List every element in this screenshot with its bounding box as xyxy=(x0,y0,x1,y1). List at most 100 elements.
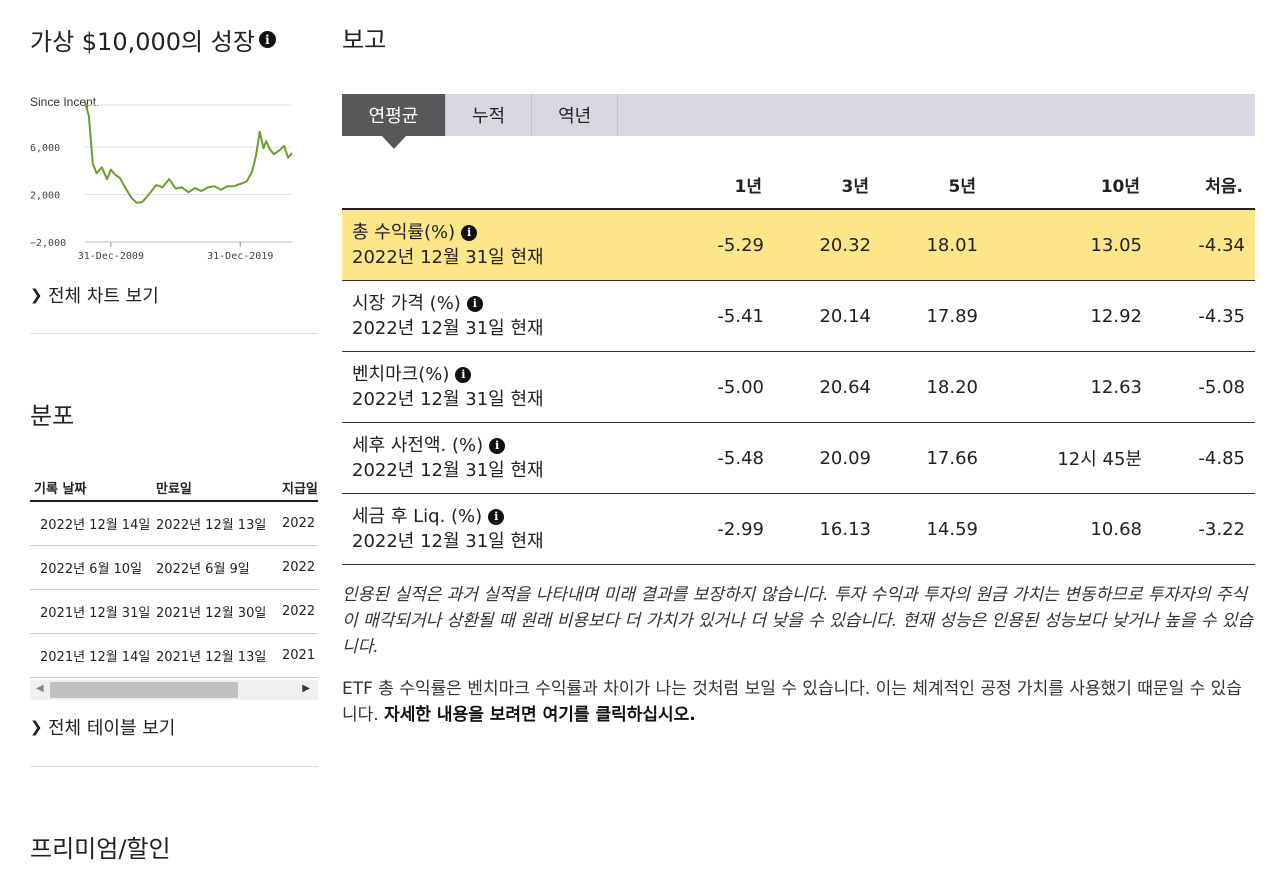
value-3y: 20.32 xyxy=(819,234,871,256)
header-1y: 1년 xyxy=(734,176,762,197)
distribution-header-row: 기록 날짜 만료일 지급일 xyxy=(30,474,318,502)
row-label: 총 수익률(%) i 2022년 12월 31일 현재 xyxy=(342,220,662,270)
value-inception: -4.35 xyxy=(1198,305,1245,327)
header-5y: 5년 xyxy=(948,176,976,197)
row-label: 시장 가격 (%) i 2022년 12월 31일 현재 xyxy=(342,291,662,341)
premium-discount-title: 프리미엄/할인 xyxy=(30,829,171,864)
tab-annualized[interactable]: 연평균 xyxy=(342,94,446,149)
performance-disclaimer: 인용된 실적은 과거 실적을 나타내며 미래 결과를 보장하지 않습니다. 투자… xyxy=(342,585,1254,657)
scroll-right-arrow-icon[interactable]: ▶ xyxy=(302,683,310,694)
as-of-date: 2022년 12월 31일 현재 xyxy=(352,389,544,410)
cell-ex-date: 2021년 12월 13일 xyxy=(156,650,267,665)
view-full-table-label: 전체 테이블 보기 xyxy=(48,718,176,739)
row-title: 총 수익률(%) xyxy=(352,222,456,243)
value-inception: -4.34 xyxy=(1198,234,1245,256)
as-of-date: 2022년 12월 31일 현재 xyxy=(352,318,544,339)
distribution-title-text: 분포 xyxy=(30,402,75,430)
info-icon[interactable]: i xyxy=(466,295,483,312)
performance-header-row: 1년 3년 5년 10년 처음. xyxy=(342,160,1255,210)
info-icon[interactable]: i xyxy=(455,366,472,383)
info-icon[interactable]: i xyxy=(489,437,506,454)
value-3y: 20.14 xyxy=(819,305,871,327)
value-1y: -2.99 xyxy=(717,518,764,540)
premium-title-text: 프리미엄/할인 xyxy=(30,835,171,863)
header-payable-date[interactable]: 지급일 xyxy=(282,478,318,497)
etf-details-link[interactable]: 자세한 내용을 보려면 여기를 클릭하십시오. xyxy=(384,705,696,725)
chart-range-label: Since Incept. xyxy=(30,95,99,109)
row-label: 벤치마크(%) i 2022년 12월 31일 현재 xyxy=(342,362,662,412)
table-row: 세금 후 Liq. (%) i 2022년 12월 31일 현재 -2.99 16… xyxy=(342,494,1255,565)
info-icon[interactable]: i xyxy=(258,31,276,48)
divider xyxy=(30,766,318,767)
value-3y: 20.09 xyxy=(819,447,871,469)
cell-payable-date: 2021 xyxy=(282,648,316,663)
row-title: 벤치마크(%) xyxy=(352,364,450,385)
scroll-left-arrow-icon[interactable]: ◀ xyxy=(36,683,44,694)
table-row: 2022년 12월 14일 2022년 12월 13일 2022 xyxy=(30,502,318,546)
row-title: 세금 후 Liq. (%) xyxy=(352,506,483,527)
value-1y: -5.00 xyxy=(717,376,764,398)
cell-ex-date: 2021년 12월 30일 xyxy=(156,606,267,621)
y-tick-label: 6,000 xyxy=(30,143,60,154)
value-10y: 10.68 xyxy=(1090,518,1142,540)
table-row: 총 수익률(%) i 2022년 12월 31일 현재 -5.29 20.32 1… xyxy=(342,210,1255,281)
view-full-table-link[interactable]: ❯ 전체 테이블 보기 xyxy=(30,714,175,740)
value-inception: -3.22 xyxy=(1198,518,1245,540)
value-10y: 12시 45분 xyxy=(1057,449,1142,470)
y-tick-label: 2,000 xyxy=(30,191,60,202)
x-tick-label: 31-Dec-2019 xyxy=(207,251,273,262)
performance-table: 1년 3년 5년 10년 처음. 총 수익률(%) i 2022년 12월 31일… xyxy=(342,160,1255,565)
row-label: 세금 후 Liq. (%) i 2022년 12월 31일 현재 xyxy=(342,504,662,554)
performance-tabs: 연평균 누적 역년 xyxy=(342,94,1255,149)
cell-record-date: 2022년 12월 14일 xyxy=(40,518,151,533)
cell-ex-date: 2022년 6월 9일 xyxy=(156,562,250,577)
value-10y: 12.63 xyxy=(1090,376,1142,398)
chevron-right-icon: ❯ xyxy=(30,286,43,304)
horizontal-scrollbar[interactable]: ◀ ▶ xyxy=(30,680,318,700)
view-full-chart-link[interactable]: ❯ 전체 차트 보기 xyxy=(30,282,159,308)
value-10y: 13.05 xyxy=(1090,234,1142,256)
table-row: 2022년 6월 10일 2022년 6월 9일 2022 xyxy=(30,546,318,590)
row-title: 세후 사전액. (%) xyxy=(352,435,484,456)
distribution-title: 분포 xyxy=(30,396,74,431)
chevron-right-icon: ❯ xyxy=(30,718,43,736)
value-3y: 16.13 xyxy=(819,518,871,540)
performance-title-text: 보고 xyxy=(342,26,387,54)
value-5y: 17.89 xyxy=(926,305,978,327)
cell-record-date: 2021년 12월 31일 xyxy=(40,606,151,621)
value-1y: -5.29 xyxy=(717,234,764,256)
as-of-date: 2022년 12월 31일 현재 xyxy=(352,247,544,268)
as-of-date: 2022년 12월 31일 현재 xyxy=(352,460,544,481)
value-5y: 18.01 xyxy=(926,234,978,256)
value-1y: -5.48 xyxy=(717,447,764,469)
scrollbar-thumb[interactable] xyxy=(50,682,238,698)
row-title: 시장 가격 (%) xyxy=(352,293,461,314)
table-row: 2021년 12월 31일 2021년 12월 30일 2022 xyxy=(30,590,318,634)
info-icon[interactable]: i xyxy=(461,224,478,241)
value-1y: -5.41 xyxy=(717,305,764,327)
growth-title: 가상 $10,000의 성장 i xyxy=(30,22,276,57)
row-label: 세후 사전액. (%) i 2022년 12월 31일 현재 xyxy=(342,433,662,483)
value-inception: -5.08 xyxy=(1198,376,1245,398)
table-row: 2021년 12월 14일 2021년 12월 13일 2021 xyxy=(30,634,318,678)
header-record-date[interactable]: 기록 날짜 xyxy=(30,478,156,497)
y-tick-label: −2,000 xyxy=(30,238,66,249)
growth-chart[interactable]: Since Incept. 6,000 2,000 −2,000 31-Dec-2009… xyxy=(30,92,318,272)
x-tick-label: 31-Dec-2009 xyxy=(78,251,144,262)
growth-title-text: 가상 $10,000의 성장 xyxy=(30,28,255,56)
value-inception: -4.85 xyxy=(1198,447,1245,469)
value-5y: 18.20 xyxy=(926,376,978,398)
info-icon[interactable]: i xyxy=(488,508,505,525)
cell-ex-date: 2022년 12월 13일 xyxy=(156,518,267,533)
tab-cumulative[interactable]: 누적 xyxy=(446,94,533,136)
table-row: 벤치마크(%) i 2022년 12월 31일 현재 -5.00 20.64 18… xyxy=(342,352,1255,423)
table-row: 시장 가격 (%) i 2022년 12월 31일 현재 -5.41 20.14 … xyxy=(342,281,1255,352)
header-ex-date[interactable]: 만료일 xyxy=(156,478,282,497)
header-3y: 3년 xyxy=(841,176,869,197)
cell-payable-date: 2022 xyxy=(282,516,316,531)
view-full-chart-label: 전체 차트 보기 xyxy=(48,286,159,307)
tab-calendar-year[interactable]: 역년 xyxy=(532,94,619,136)
header-10y: 10년 xyxy=(1100,176,1140,197)
divider xyxy=(30,333,318,334)
value-5y: 14.59 xyxy=(926,518,978,540)
